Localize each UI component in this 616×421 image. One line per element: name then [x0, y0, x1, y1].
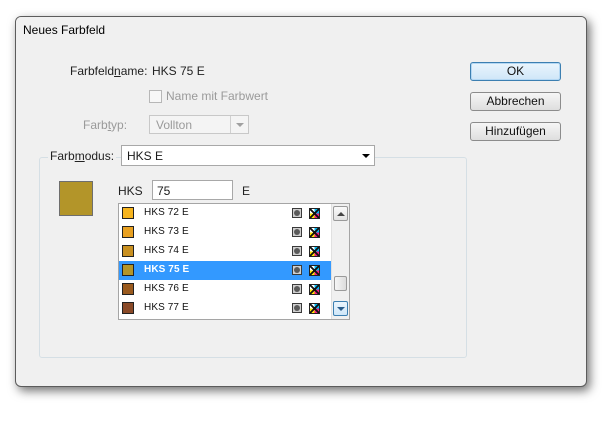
color-list[interactable]: HKS 72 E HKS 73 E HKS 74 E HKS 75 E HKS 76 E…: [118, 203, 350, 320]
color-chip: [122, 302, 134, 314]
color-list-item[interactable]: HKS 74 E: [119, 242, 331, 261]
cmyk-icon: [309, 246, 320, 257]
color-number-input[interactable]: 75: [152, 180, 233, 200]
color-list-item[interactable]: HKS 72 E: [119, 204, 331, 223]
cancel-button[interactable]: Abbrechen: [470, 92, 561, 111]
cmyk-icon: [309, 303, 320, 314]
color-type-label: Farbtyp:: [83, 118, 127, 132]
color-chip: [122, 245, 134, 257]
color-mode-label: Farbmodus:: [48, 149, 117, 163]
spot-color-icon: [292, 265, 302, 275]
dialog-title: Neues Farbfeld: [23, 23, 106, 37]
scroll-thumb[interactable]: [334, 276, 347, 291]
ok-button[interactable]: OK: [470, 62, 561, 81]
color-type-value: Vollton: [156, 118, 193, 132]
library-prefix-label: HKS: [118, 184, 143, 198]
name-with-value-checkbox[interactable]: [149, 90, 162, 103]
color-chip: [122, 264, 134, 276]
color-list-item-label: HKS 76 E: [144, 283, 189, 294]
chevron-down-icon: [230, 116, 248, 133]
color-list-item-label: HKS 74 E: [144, 245, 189, 256]
swatch-name-label: Farbfeldname:: [70, 64, 147, 78]
color-chip: [122, 283, 134, 295]
color-list-item-label: HKS 73 E: [144, 226, 189, 237]
color-preview-swatch: [59, 181, 93, 216]
color-chip: [122, 207, 134, 219]
color-chip: [122, 226, 134, 238]
spot-color-icon: [292, 303, 302, 313]
color-mode-label-post: odus:: [84, 149, 115, 163]
color-list-item-label: HKS 77 E: [144, 302, 189, 313]
spot-color-icon: [292, 284, 302, 294]
color-list-item[interactable]: HKS 73 E: [119, 223, 331, 242]
swatch-name-value[interactable]: HKS 75 E: [152, 64, 205, 78]
swatch-name-label-mnemonic: n: [114, 64, 121, 78]
new-swatch-dialog: Neues Farbfeld Farbfeldname: HKS 75 E Na…: [15, 16, 587, 387]
spot-color-icon: [292, 208, 302, 218]
scroll-down-icon[interactable]: [333, 301, 348, 316]
color-mode-value: HKS E: [127, 149, 164, 163]
library-suffix-label: E: [242, 184, 251, 198]
spot-color-icon: [292, 246, 302, 256]
color-list-item[interactable]: HKS 75 E: [119, 261, 331, 280]
add-button[interactable]: Hinzufügen: [470, 122, 561, 141]
scroll-up-icon[interactable]: [333, 206, 348, 221]
color-list-item-label: HKS 75 E: [144, 264, 190, 275]
name-with-value-label: Name mit Farbwert: [166, 89, 269, 103]
color-list-item-label: HKS 72 E: [144, 207, 189, 218]
swatch-name-label-pre: Farbfeld: [70, 64, 115, 78]
list-scrollbar[interactable]: [331, 204, 349, 319]
cmyk-icon: [309, 208, 320, 219]
color-mode-label-mnemonic: m: [74, 149, 85, 163]
color-list-item[interactable]: HKS 76 E: [119, 280, 331, 299]
cmyk-icon: [309, 227, 320, 238]
chevron-down-icon: [357, 147, 374, 164]
cmyk-icon: [309, 284, 320, 295]
color-list-item[interactable]: HKS 77 E: [119, 299, 331, 318]
swatch-name-label-post: ame:: [120, 64, 148, 78]
color-type-dropdown[interactable]: Vollton: [149, 115, 249, 134]
cmyk-icon: [309, 265, 320, 276]
color-number-value: 75: [157, 184, 171, 198]
color-type-label-pre: Farb: [83, 118, 108, 132]
color-type-label-post: yp:: [111, 118, 128, 132]
title-bar: Neues Farbfeld: [16, 17, 586, 41]
color-mode-label-pre: Farb: [50, 149, 75, 163]
spot-color-icon: [292, 227, 302, 237]
color-mode-dropdown[interactable]: HKS E: [121, 145, 375, 166]
